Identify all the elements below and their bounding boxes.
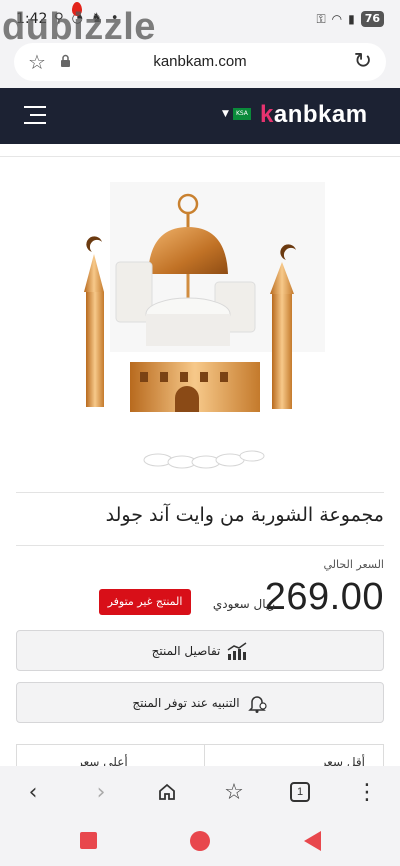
system-back-icon[interactable]: [304, 831, 321, 851]
home-icon[interactable]: [152, 778, 182, 806]
chart-icon: [227, 641, 247, 660]
logo-text: anbkam: [273, 101, 368, 128]
country-selector[interactable]: ▼ KSA: [222, 108, 251, 120]
product-title: مجموعة الشوربة من وايت آند جولد: [105, 504, 384, 526]
caret-down-icon: ▼: [222, 109, 229, 119]
price-tabs: أقل سعر أعلى سعر: [16, 744, 384, 768]
browser-bottom-bar: ‹ › ☆ 1 ⋮: [0, 766, 400, 818]
forward-arrow-icon[interactable]: ›: [86, 778, 116, 806]
url-text[interactable]: kanbkam.com: [14, 53, 386, 70]
tab-divider: [204, 745, 205, 768]
status-bar: 1:42 ⚲ ◔ ♞ • ⚿ ◠ ▮ 76 dubizzle: [0, 0, 400, 48]
product-image[interactable]: [70, 182, 325, 470]
notify-availability-button[interactable]: التنبيه عند توفر المنتج: [16, 682, 384, 723]
currency-label: ريال سعودي: [212, 597, 275, 611]
wifi-icon: ◠: [331, 12, 343, 26]
title-divider-bottom: [16, 545, 384, 546]
status-indicators: ⚿ ◠ ▮ 76: [316, 11, 384, 27]
system-nav-bar: [0, 818, 400, 866]
title-divider-top: [16, 492, 384, 493]
notify-label: التنبيه عند توفر المنتج: [132, 695, 240, 710]
saudi-flag-icon: KSA: [232, 108, 251, 120]
price-value: 269.00: [264, 576, 384, 618]
product-details-label: تفاصيل المنتج: [151, 643, 221, 658]
product-details-button[interactable]: تفاصيل المنتج: [16, 630, 384, 671]
site-logo[interactable]: kanbkam: [260, 101, 368, 129]
tab-count: 1: [290, 782, 310, 802]
bookmarks-star-icon[interactable]: ☆: [219, 778, 249, 806]
price-label: السعر الحالي: [323, 558, 384, 571]
back-arrow-icon[interactable]: ‹: [18, 778, 48, 806]
url-pill[interactable]: ☆ kanbkam.com ↻: [14, 43, 386, 81]
bell-icon: [247, 695, 267, 713]
site-header: ▼ KSA kanbkam: [0, 88, 400, 144]
tabs-button[interactable]: 1: [285, 778, 315, 806]
recent-apps-icon[interactable]: [80, 832, 97, 849]
battery-indicator: 76: [360, 11, 384, 27]
menu-icon[interactable]: [24, 106, 46, 124]
browser-address-bar: ☆ kanbkam.com ↻: [0, 40, 400, 88]
system-home-icon[interactable]: [190, 831, 210, 851]
reload-icon[interactable]: ↻: [354, 49, 372, 74]
header-divider: [0, 156, 400, 157]
more-menu-icon[interactable]: ⋮: [352, 778, 382, 806]
key-icon: ⚿: [316, 11, 326, 26]
signal-icon: ▮: [348, 12, 355, 26]
out-of-stock-badge: المنتج غير متوفر: [99, 589, 191, 615]
